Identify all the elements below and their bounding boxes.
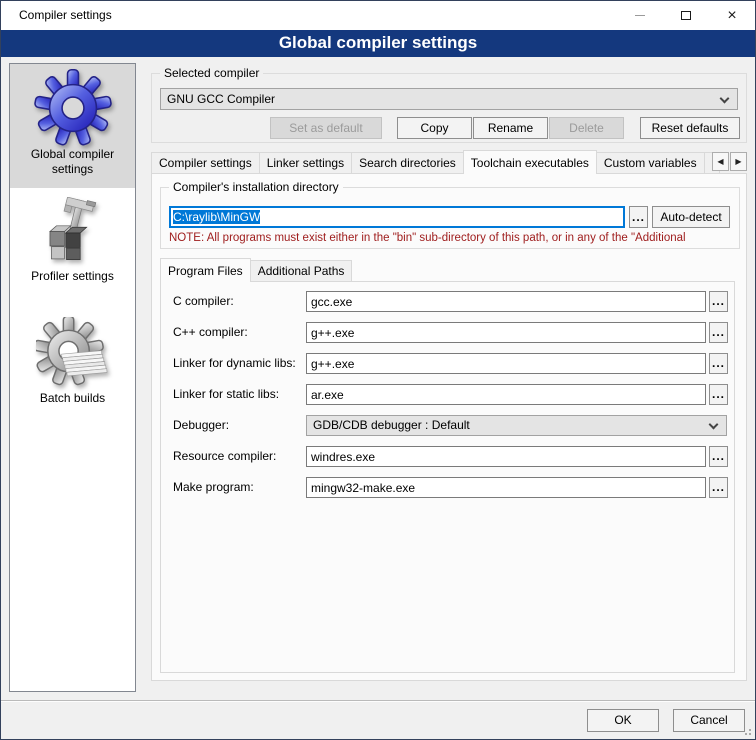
tab-scroll-right-button[interactable]: ▶: [730, 152, 747, 171]
resize-grip[interactable]: [743, 727, 751, 735]
c-compiler-label: C compiler:: [173, 294, 234, 308]
window-title: Compiler settings: [19, 1, 112, 30]
installation-directory-group-label: Compiler's installation directory: [169, 180, 343, 194]
ok-button[interactable]: OK: [587, 709, 659, 732]
tab-compiler-settings[interactable]: Compiler settings: [151, 152, 260, 173]
sidebar-item-profiler-settings[interactable]: Profiler settings: [10, 195, 135, 297]
settings-category-list: Global compiler settings: [9, 63, 136, 692]
profiler-caliper-icon: [37, 197, 109, 269]
sidebar-item-label: Profiler settings: [10, 269, 135, 284]
dynamic-linker-label: Linker for dynamic libs:: [173, 356, 296, 370]
resource-compiler-browse-button[interactable]: ...: [709, 446, 728, 467]
sidebar-item-label: Batch builds: [10, 391, 135, 406]
title-bar[interactable]: Compiler settings ×: [1, 1, 755, 30]
footer-divider: [1, 700, 755, 702]
tab-scroll-left-button[interactable]: ◀: [712, 152, 729, 171]
debugger-dropdown[interactable]: GDB/CDB debugger : Default: [306, 415, 727, 436]
blue-gear-icon: [34, 69, 112, 147]
compiler-tabs: Compiler settings Linker settings Search…: [151, 150, 747, 173]
sidebar-item-batch-builds[interactable]: Batch builds: [10, 315, 135, 421]
tab-custom-variables[interactable]: Custom variables: [596, 152, 705, 173]
resource-compiler-label: Resource compiler:: [173, 449, 276, 463]
reset-defaults-button[interactable]: Reset defaults: [640, 117, 740, 139]
c-compiler-browse-button[interactable]: ...: [709, 291, 728, 312]
make-program-label: Make program:: [173, 480, 254, 494]
dialog-banner: Global compiler settings: [1, 30, 755, 57]
compiler-settings-dialog: Compiler settings × Global compiler sett…: [0, 0, 756, 740]
maximize-icon: [681, 11, 691, 20]
selected-compiler-group: Selected compiler GNU GCC Compiler Set a…: [151, 73, 747, 143]
static-linker-browse-button[interactable]: ...: [709, 384, 728, 405]
installation-directory-group: Compiler's installation directory C:\ray…: [160, 187, 740, 249]
scroll-left-icon: ◀: [717, 157, 723, 166]
minimize-icon: [635, 15, 645, 16]
static-linker-input[interactable]: [306, 384, 706, 405]
sidebar-item-label: Global compiler settings: [10, 147, 135, 177]
maximize-button[interactable]: [663, 1, 709, 30]
scroll-right-icon: ▶: [735, 157, 741, 166]
tab-toolchain-executables[interactable]: Toolchain executables: [463, 150, 597, 174]
program-files-pane: C compiler: ... C++ compiler: ... Linker…: [160, 281, 735, 673]
minimize-button[interactable]: [617, 1, 663, 30]
copy-button[interactable]: Copy: [397, 117, 472, 139]
make-program-browse-button[interactable]: ...: [709, 477, 728, 498]
auto-detect-button[interactable]: Auto-detect: [652, 206, 730, 228]
selected-compiler-dropdown[interactable]: GNU GCC Compiler: [160, 88, 738, 110]
installation-directory-input[interactable]: C:\raylib\MinGW: [169, 206, 625, 228]
rename-button[interactable]: Rename: [473, 117, 548, 139]
cpp-compiler-input[interactable]: [306, 322, 706, 343]
sidebar-item-global-compiler-settings[interactable]: Global compiler settings: [10, 64, 135, 188]
installation-directory-value: C:\raylib\MinGW: [173, 210, 260, 224]
tab-linker-settings[interactable]: Linker settings: [259, 152, 352, 173]
selected-compiler-group-label: Selected compiler: [160, 66, 263, 80]
toolchain-executables-pane: Compiler's installation directory C:\ray…: [151, 173, 747, 681]
selected-compiler-value: GNU GCC Compiler: [161, 89, 737, 109]
caption-buttons: ×: [617, 1, 755, 30]
tab-scroll-buttons: ◀ ▶: [711, 152, 747, 171]
delete-button[interactable]: Delete: [549, 117, 624, 139]
cpp-compiler-browse-button[interactable]: ...: [709, 322, 728, 343]
tab-search-directories[interactable]: Search directories: [351, 152, 464, 173]
debugger-label: Debugger:: [173, 418, 229, 432]
close-icon: ×: [727, 8, 736, 24]
dynamic-linker-browse-button[interactable]: ...: [709, 353, 728, 374]
dynamic-linker-input[interactable]: [306, 353, 706, 374]
make-program-input[interactable]: [306, 477, 706, 498]
resource-compiler-input[interactable]: [306, 446, 706, 467]
set-as-default-button[interactable]: Set as default: [270, 117, 382, 139]
c-compiler-input[interactable]: [306, 291, 706, 312]
close-button[interactable]: ×: [709, 1, 755, 30]
program-files-tabs: Program Files Additional Paths: [160, 259, 351, 281]
tab-additional-paths[interactable]: Additional Paths: [250, 260, 353, 281]
debugger-value: GDB/CDB debugger : Default: [307, 416, 726, 435]
installation-directory-browse-button[interactable]: ...: [629, 206, 648, 228]
tab-program-files[interactable]: Program Files: [160, 258, 251, 282]
cpp-compiler-label: C++ compiler:: [173, 325, 248, 339]
static-linker-label: Linker for static libs:: [173, 387, 279, 401]
cancel-button[interactable]: Cancel: [673, 709, 745, 732]
batch-builds-gear-icon: [36, 317, 110, 391]
bin-subdirectory-note: NOTE: All programs must exist either in …: [169, 232, 747, 244]
